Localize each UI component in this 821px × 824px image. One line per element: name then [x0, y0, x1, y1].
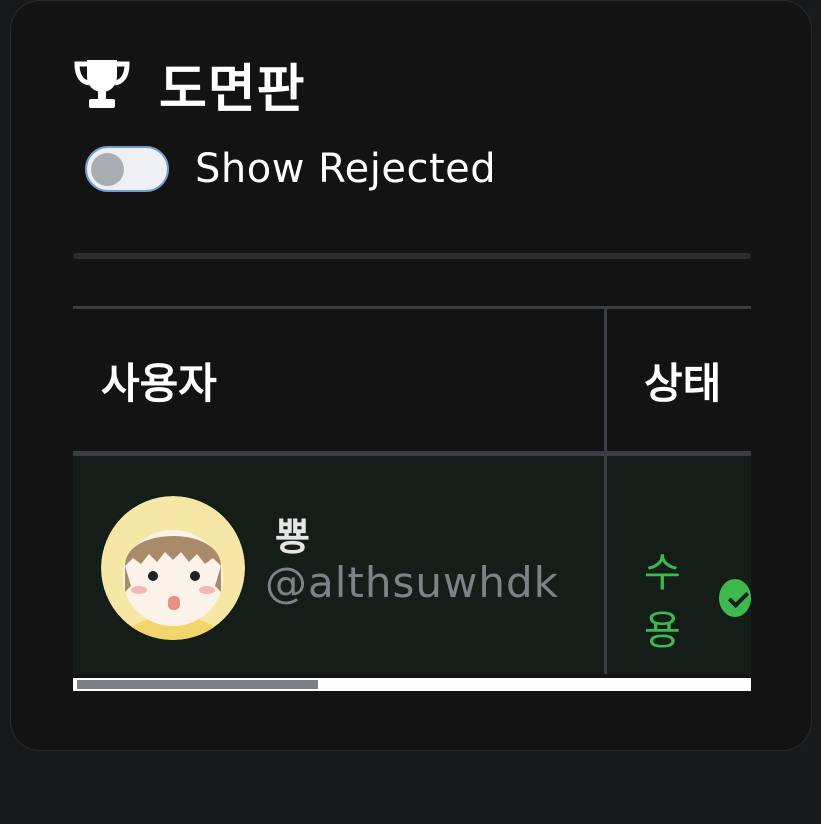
trophy-icon [74, 60, 130, 108]
section-divider [73, 253, 751, 259]
column-header-status: 상태 [644, 358, 722, 408]
table-row[interactable]: 뿅 @althsuwhdk 수용 [73, 456, 751, 674]
avatar[interactable] [101, 496, 245, 640]
toggle-knob [91, 153, 124, 186]
scrollbar-thumb[interactable] [77, 680, 318, 689]
user-display-name: 뿅 [275, 515, 310, 559]
status-badge: 수용 [644, 550, 681, 654]
page-title: 도면판 [159, 59, 306, 120]
column-separator [604, 456, 607, 674]
show-rejected-label: Show Rejected [195, 146, 497, 192]
user-handle: @althsuwhdk [265, 558, 559, 607]
avatar-image [101, 496, 245, 640]
leaderboard-table: 사용자 상태 뿅 @althsuwhdk 수용 [73, 306, 751, 678]
show-rejected-toggle[interactable] [85, 146, 169, 192]
horizontal-scrollbar[interactable] [73, 678, 751, 691]
check-circle-icon [718, 579, 751, 617]
status-cell: 수용 [644, 540, 751, 656]
leaderboard-card: 도면판 Show Rejected 사용자 상태 뿅 @althsuwhdk 수… [10, 0, 812, 751]
column-header-user: 사용자 [101, 358, 217, 408]
table-header: 사용자 상태 [73, 306, 751, 456]
column-separator [604, 309, 607, 451]
show-rejected-filter: Show Rejected [85, 141, 496, 197]
leaderboard-header: 도면판 [73, 49, 306, 120]
